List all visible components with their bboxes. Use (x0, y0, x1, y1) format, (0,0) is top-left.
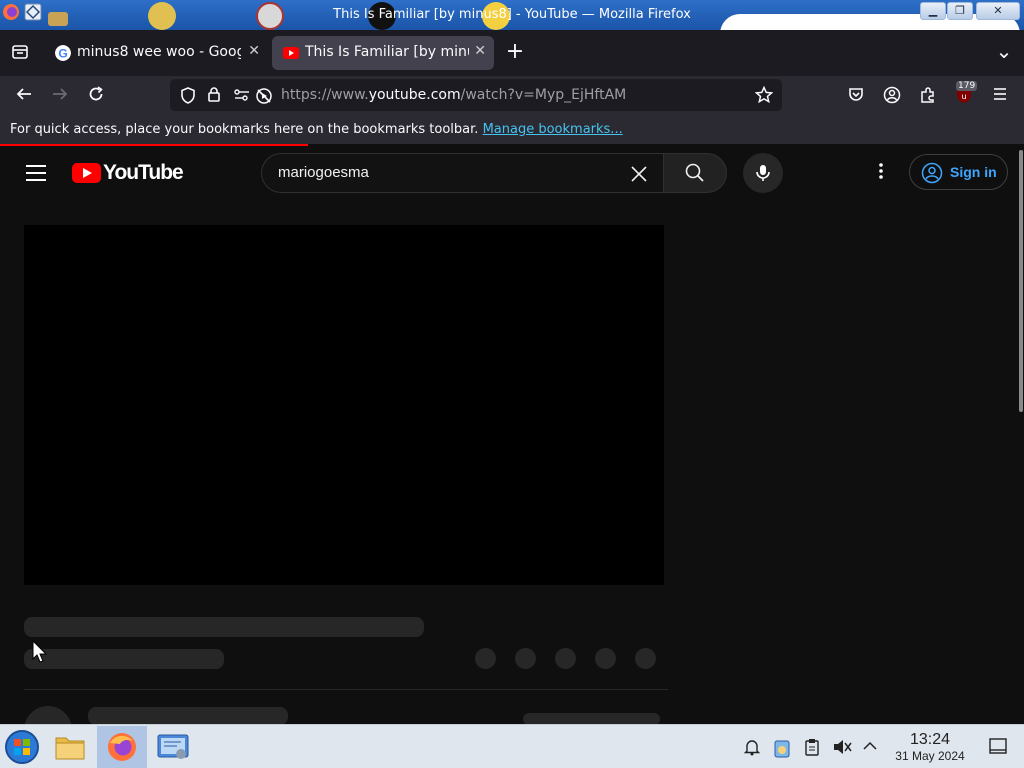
system-settings-icon (157, 734, 189, 759)
tray-expand-icon[interactable] (860, 738, 880, 758)
new-tab-button[interactable]: + (503, 39, 527, 64)
channel-skeleton (24, 649, 224, 669)
close-tab-icon[interactable]: ✕ (474, 43, 486, 59)
extension-badge: 179 (956, 81, 978, 91)
tab-list-button[interactable]: ⌄ (992, 39, 1016, 63)
app-menu-icon[interactable] (988, 86, 1012, 107)
forward-button[interactable] (48, 85, 72, 108)
search-box[interactable] (261, 153, 664, 193)
video-player[interactable] (24, 225, 664, 585)
tab-label: minus8 wee woo - Google Search (77, 44, 241, 60)
manage-bookmarks-link[interactable]: Manage bookmarks... (483, 122, 623, 137)
lock-icon[interactable] (202, 86, 226, 108)
section-divider (24, 689, 668, 690)
tab-strip: G minus8 wee woo - Google Search ✕ This … (0, 30, 1024, 76)
action-skeleton (635, 648, 656, 669)
taskbar: 13:24 31 May 2024 (0, 724, 1024, 768)
taskbar-system-settings[interactable] (148, 726, 198, 768)
search-button[interactable] (663, 153, 727, 193)
address-bar[interactable]: https://www.youtube.com/watch?v=Myp_EjHf… (170, 79, 782, 111)
google-icon: G (55, 45, 71, 61)
youtube-page: YouTube Sign in (0, 146, 1018, 736)
account-icon[interactable] (880, 86, 904, 109)
search-input[interactable] (278, 164, 618, 181)
settings-more-icon[interactable] (872, 162, 890, 184)
autoplay-blocked-icon[interactable] (252, 87, 276, 110)
youtube-play-icon (72, 163, 101, 183)
scrollbar-thumb[interactable] (1019, 150, 1023, 412)
action-skeleton (595, 648, 616, 669)
clear-search-icon[interactable] (629, 160, 649, 190)
sign-in-button[interactable]: Sign in (909, 154, 1008, 190)
bookmark-star-icon[interactable] (752, 85, 776, 109)
youtube-icon (283, 47, 299, 59)
clock[interactable]: 13:24 31 May 2024 (884, 731, 976, 763)
volume-muted-icon[interactable] (832, 738, 852, 760)
mouse-cursor (32, 640, 48, 663)
microphone-icon (756, 165, 770, 181)
firefox-icon (108, 733, 136, 761)
close-tab-icon[interactable]: ✕ (248, 43, 260, 59)
window-titlebar: This Is Familiar [by minus8] - YouTube —… (0, 0, 1024, 34)
shield-icon[interactable] (176, 87, 200, 109)
user-circle-icon (921, 162, 943, 184)
folder-icon (55, 737, 85, 760)
screen: This Is Familiar [by minus8] - YouTube —… (0, 0, 1024, 768)
youtube-logo-text: YouTube (103, 161, 184, 184)
firefox-view-icon[interactable] (10, 43, 30, 65)
bookmarks-hint-text: For quick access, place your bookmarks h… (10, 122, 479, 137)
tab-google-search[interactable]: G minus8 wee woo - Google Search ✕ (44, 36, 268, 70)
bookmarks-hint: For quick access, place your bookmarks h… (10, 122, 623, 137)
svg-text:G: G (58, 47, 67, 61)
taskbar-firefox[interactable] (97, 726, 147, 768)
title-skeleton (24, 617, 424, 637)
voice-search-button[interactable] (743, 153, 783, 193)
sign-in-label: Sign in (950, 164, 997, 180)
taskbar-file-manager[interactable] (46, 726, 96, 768)
extensions-icon[interactable] (916, 86, 940, 109)
back-button[interactable] (12, 85, 36, 108)
clock-date: 31 May 2024 (895, 749, 965, 763)
guide-menu-icon[interactable] (26, 165, 46, 181)
action-skeleton (555, 648, 576, 669)
permissions-icon[interactable] (230, 87, 254, 108)
clipboard-app-icon[interactable] (772, 738, 792, 762)
action-skeleton (515, 648, 536, 669)
close-window-button[interactable]: ✕ (976, 2, 1020, 20)
reload-button[interactable] (84, 85, 108, 108)
notifications-icon[interactable] (742, 738, 762, 760)
pocket-icon[interactable] (844, 87, 868, 108)
clock-time: 13:24 (909, 731, 951, 748)
search-icon (685, 163, 704, 182)
minimize-button[interactable]: ▁ (920, 2, 946, 20)
tab-label: This Is Familiar [by minus8] - YouTube (305, 44, 469, 60)
url-text[interactable]: https://www.youtube.com/watch?v=Myp_EjHf… (281, 87, 626, 103)
window-title: This Is Familiar [by minus8] - YouTube —… (333, 7, 691, 22)
svg-text:u: u (961, 92, 966, 101)
navigation-toolbar: https://www.youtube.com/watch?v=Myp_EjHf… (0, 76, 1024, 116)
clipboard-icon[interactable] (802, 738, 822, 760)
show-desktop-icon[interactable] (988, 738, 1008, 758)
description-skeleton (88, 707, 288, 725)
bookmarks-toolbar: For quick access, place your bookmarks h… (0, 116, 1024, 144)
maximize-button[interactable]: ❐ (947, 2, 973, 20)
action-skeleton (475, 648, 496, 669)
tab-youtube[interactable]: This Is Familiar [by minus8] - YouTube ✕ (272, 36, 494, 70)
start-menu-icon[interactable] (4, 729, 40, 765)
